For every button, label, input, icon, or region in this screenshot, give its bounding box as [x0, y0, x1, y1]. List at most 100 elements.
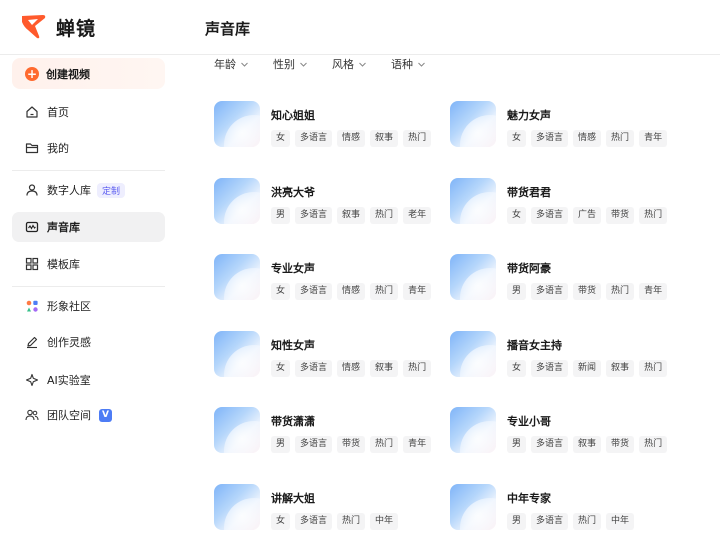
voice-card[interactable]: 知性女声 女 多语言 情感 叙事 热门 [214, 331, 434, 383]
voice-tag: 青年 [639, 130, 668, 147]
voice-name: 知心姐姐 [271, 109, 315, 122]
voice-tag: 男 [507, 513, 527, 530]
app-logo[interactable]: 蝉镜 [18, 10, 96, 44]
sidebar-item-label: AI实验室 [47, 374, 91, 387]
voice-tag: 女 [271, 513, 291, 530]
voice-tag: 女 [507, 360, 527, 377]
voice-tag: 中年 [370, 513, 399, 530]
voice-avatar [214, 254, 260, 300]
filter-label: 语种 [391, 58, 413, 71]
sidebar-item-label: 形象社区 [47, 300, 91, 313]
voice-tag: 叙事 [573, 436, 602, 453]
voice-tag: 情感 [337, 130, 366, 147]
sidebar-item-team-space[interactable]: 团队空间 V [12, 400, 165, 430]
voice-tag: 热门 [606, 130, 635, 147]
sidebar-item-sound-library[interactable]: 声音库 [12, 212, 165, 242]
sidebar-item-label: 声音库 [47, 221, 80, 234]
home-icon [25, 105, 39, 119]
voice-tag: 热门 [370, 207, 399, 224]
voice-tag: 多语言 [531, 436, 569, 453]
voice-tag: 热门 [370, 436, 399, 453]
create-video-button[interactable]: + 创建视频 [12, 58, 165, 89]
filter-gender[interactable]: 性别 [273, 56, 308, 72]
sidebar-item-templates[interactable]: 模板库 [12, 249, 165, 279]
sidebar-item-mine[interactable]: 我的 [12, 133, 165, 163]
custom-badge: 定制 [97, 182, 126, 198]
filter-style[interactable]: 风格 [332, 56, 367, 72]
voice-name: 魅力女声 [507, 109, 551, 122]
voice-name: 讲解大姐 [271, 492, 315, 505]
voice-card[interactable]: 播音女主持 女 多语言 新闻 叙事 热门 [450, 331, 670, 383]
voice-tag: 多语言 [295, 283, 333, 300]
voice-tag: 叙事 [370, 130, 399, 147]
sidebar-item-inspiration[interactable]: 创作灵感 [12, 327, 165, 357]
voice-tag: 热门 [403, 360, 432, 377]
filter-age[interactable]: 年龄 [214, 56, 249, 72]
voice-avatar [450, 484, 496, 530]
voice-card[interactable]: 带货君君 女 多语言 广告 带货 热门 [450, 178, 670, 230]
voice-name: 中年专家 [507, 492, 551, 505]
sidebar-item-community[interactable]: 形象社区 [12, 291, 165, 321]
voice-tag: 女 [507, 130, 527, 147]
sidebar-item-label: 模板库 [47, 258, 80, 271]
voice-card[interactable]: 带货阿豪 男 多语言 带货 热门 青年 [450, 254, 670, 306]
voice-name: 洪亮大爷 [271, 186, 315, 199]
voice-card[interactable]: 知心姐姐 女 多语言 情感 叙事 热门 [214, 101, 434, 153]
voice-name: 知性女声 [271, 339, 315, 352]
voice-tag: 青年 [403, 283, 432, 300]
sidebar-item-ai-lab[interactable]: AI实验室 [12, 365, 165, 395]
voice-tag: 青年 [639, 283, 668, 300]
sidebar-item-home[interactable]: 首页 [12, 97, 165, 127]
voice-tag: 多语言 [531, 207, 569, 224]
voice-card[interactable]: 带货潇潇 男 多语言 带货 热门 青年 [214, 407, 434, 459]
voice-tag: 多语言 [295, 207, 333, 224]
pen-icon [25, 335, 39, 349]
voice-tag: 女 [507, 207, 527, 224]
voice-name: 播音女主持 [507, 339, 562, 352]
filter-bar: 年龄 性别 风格 语种 [214, 56, 450, 72]
voice-tag: 广告 [573, 207, 602, 224]
voice-tag: 多语言 [295, 513, 333, 530]
voice-avatar [450, 407, 496, 453]
voice-tags: 女 多语言 热门 中年 [271, 513, 403, 530]
voice-avatar [214, 101, 260, 147]
sidebar: + 创建视频 首页 我的 数字人库 定制 声音库 模板库 形象社区 创作灵感 A… [0, 55, 178, 540]
voice-avatar [450, 331, 496, 377]
sidebar-item-digital-human[interactable]: 数字人库 定制 [12, 175, 165, 205]
voice-tag: 男 [271, 207, 291, 224]
voice-tag: 热门 [370, 283, 399, 300]
logo-icon [18, 10, 48, 44]
voice-card[interactable]: 魅力女声 女 多语言 情感 热门 青年 [450, 101, 670, 153]
voice-tags: 男 多语言 叙事 带货 热门 [507, 436, 672, 453]
sidebar-divider [12, 286, 165, 287]
voice-name: 专业小哥 [507, 415, 551, 428]
voice-tag: 多语言 [531, 130, 569, 147]
voice-card[interactable]: 专业小哥 男 多语言 叙事 带货 热门 [450, 407, 670, 459]
voice-avatar [450, 101, 496, 147]
voice-tag: 叙事 [606, 360, 635, 377]
chevron-down-icon [300, 62, 307, 67]
community-icon [25, 299, 39, 313]
voice-tags: 女 多语言 情感 热门 青年 [271, 283, 436, 300]
voice-tag: 带货 [606, 436, 635, 453]
voice-tag: 热门 [606, 283, 635, 300]
filter-language[interactable]: 语种 [391, 56, 426, 72]
voice-tags: 男 多语言 叙事 热门 老年 [271, 207, 436, 224]
voice-card[interactable]: 讲解大姐 女 多语言 热门 中年 [214, 484, 434, 536]
voice-tag: 带货 [337, 436, 366, 453]
voice-tag: 带货 [606, 207, 635, 224]
sidebar-divider [12, 170, 165, 171]
sidebar-item-label: 数字人库 [47, 184, 91, 197]
sidebar-item-label: 创作灵感 [47, 336, 91, 349]
team-icon [25, 408, 39, 422]
filter-label: 性别 [273, 58, 295, 71]
voice-card[interactable]: 洪亮大爷 男 多语言 叙事 热门 老年 [214, 178, 434, 230]
voice-tag: 男 [507, 436, 527, 453]
folder-icon [25, 141, 39, 155]
sidebar-item-label: 首页 [47, 106, 69, 119]
voice-card[interactable]: 专业女声 女 多语言 情感 热门 青年 [214, 254, 434, 306]
voice-tag: 多语言 [531, 360, 569, 377]
voice-card[interactable]: 中年专家 男 多语言 热门 中年 [450, 484, 670, 536]
voice-tag: 多语言 [531, 283, 569, 300]
page-title: 声音库 [205, 20, 251, 38]
